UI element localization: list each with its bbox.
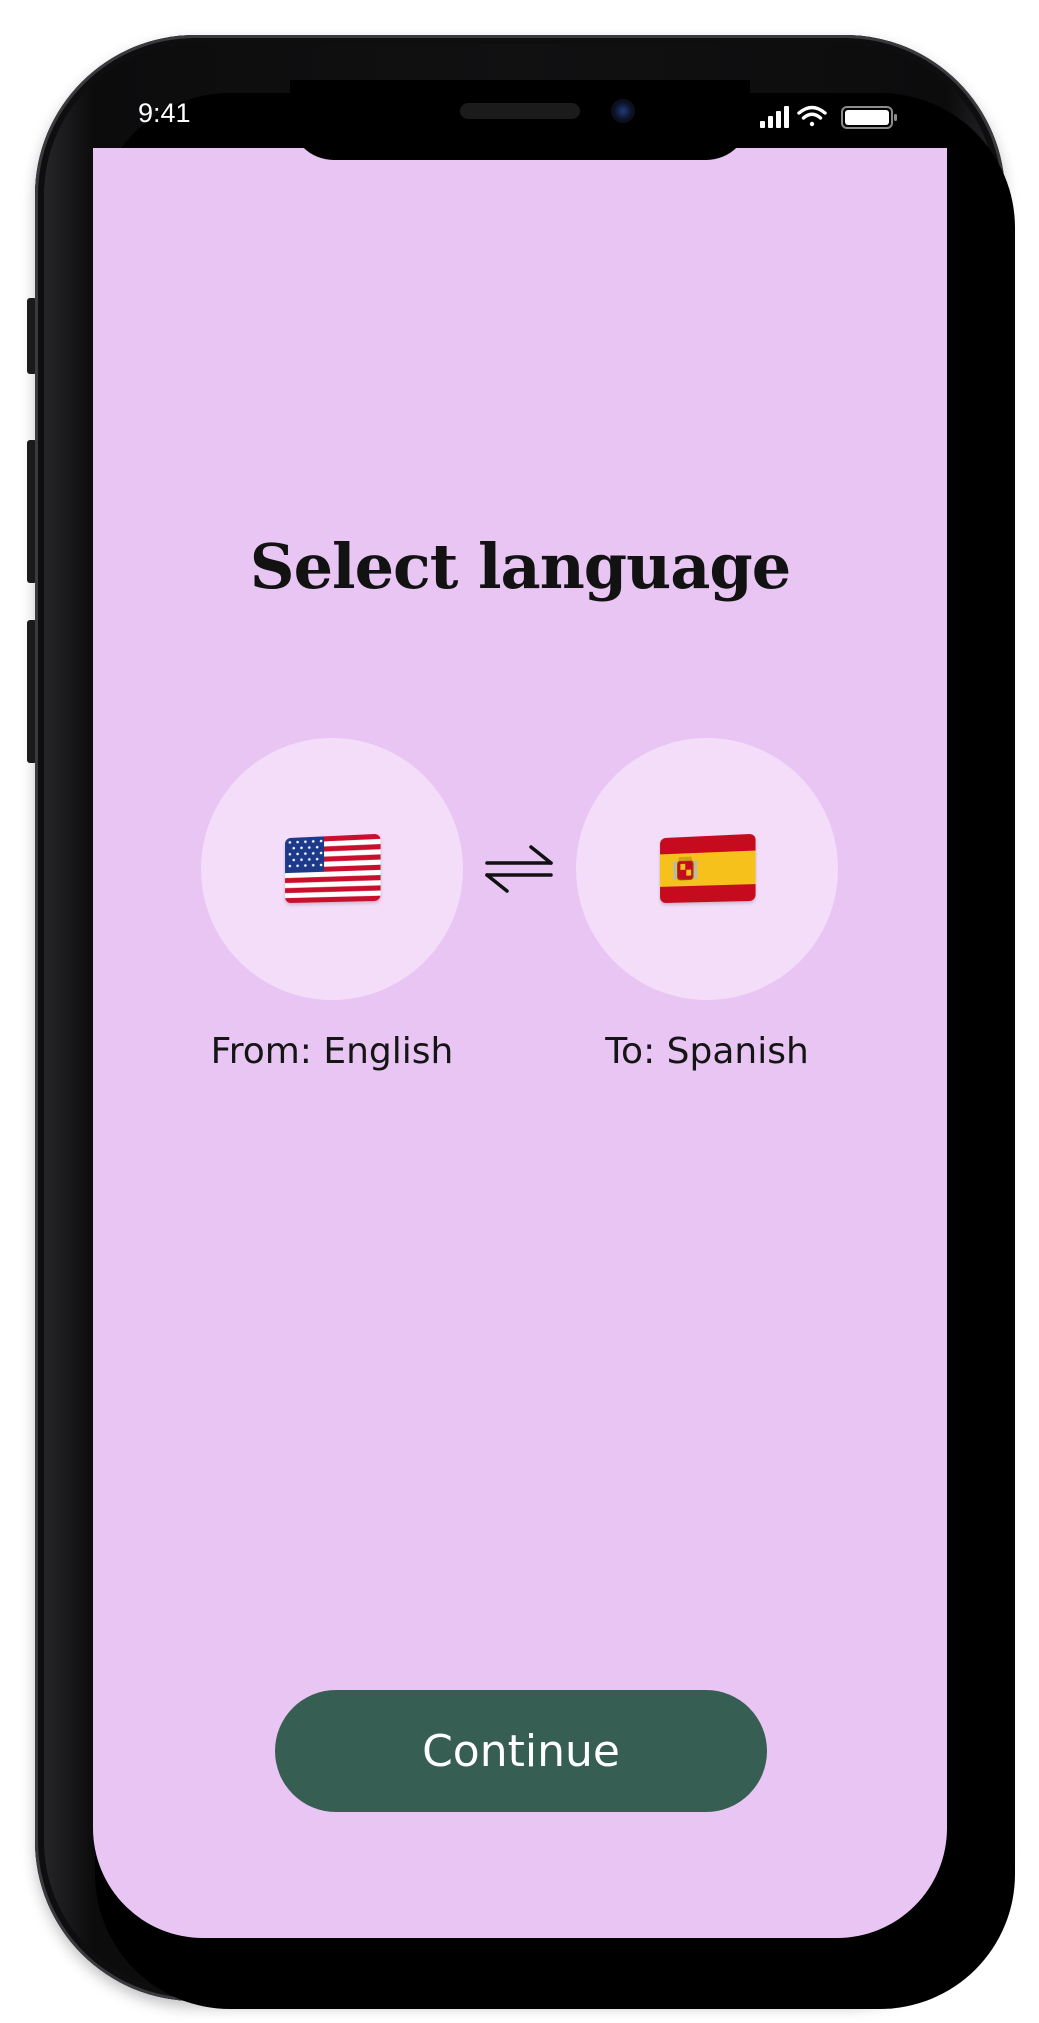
battery-icon (841, 106, 897, 129)
from-language-label: From: English (210, 1031, 454, 1072)
status-time: 9:41 (138, 98, 191, 128)
us-flag-icon (285, 833, 381, 904)
status-icons (760, 105, 897, 129)
cellular-signal-icon (760, 106, 789, 128)
swap-arrows-icon[interactable] (483, 841, 555, 897)
continue-button[interactable]: Continue (275, 1690, 767, 1812)
notch (290, 80, 750, 160)
app-screen: Select language From: English To: Spanis… (93, 148, 947, 1938)
from-language-selector[interactable] (201, 738, 463, 1000)
speaker-grille (460, 103, 580, 119)
page-title: Select language (249, 529, 791, 603)
device-frame: Select language From: English To: Spanis… (0, 0, 1039, 2023)
front-camera (611, 99, 635, 123)
to-language-label: To: Spanish (605, 1031, 809, 1072)
wifi-icon (797, 105, 827, 127)
spain-flag-icon (660, 833, 756, 904)
to-language-selector[interactable] (576, 738, 838, 1000)
